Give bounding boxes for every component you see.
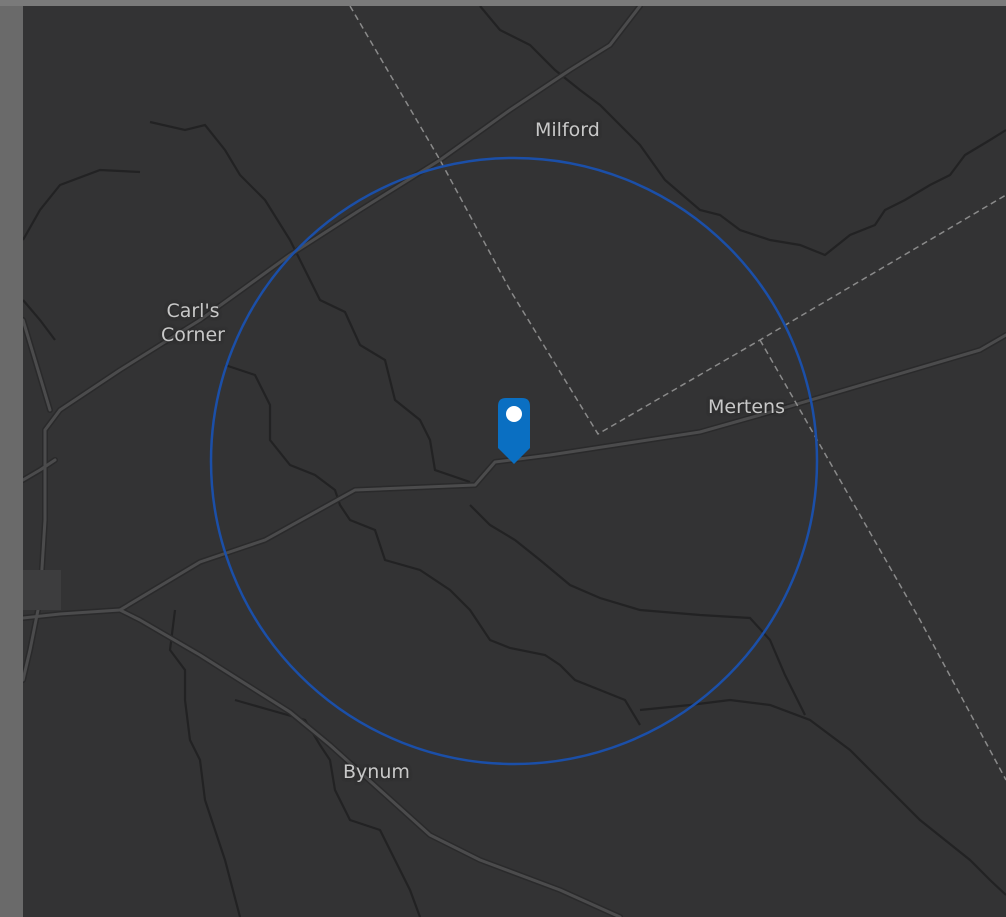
boundary-layer: [349, 6, 1006, 781]
road: [23, 458, 57, 482]
place-label-bynum: Bynum: [343, 761, 410, 783]
stream: [469, 504, 806, 716]
road: [23, 333, 1006, 620]
road: [23, 332, 1006, 621]
stream: [234, 698, 422, 917]
stream: [23, 168, 141, 241]
place-label-mertens: Mertens: [708, 396, 785, 418]
road: [23, 318, 52, 412]
place-label-milford: Milford: [535, 119, 600, 141]
stream: [639, 698, 1006, 896]
map-pin-icon[interactable]: [495, 396, 533, 466]
road: [23, 6, 643, 683]
left-gutter: [0, 0, 23, 917]
stream: [224, 363, 641, 726]
marker-dot: [506, 406, 522, 422]
map-canvas[interactable]: Milford Carl's Corner Mertens Bynum: [23, 6, 1006, 917]
town-block: [23, 570, 61, 610]
road: [23, 6, 642, 682]
place-label-carls-corner: Carl's Corner: [161, 300, 225, 346]
